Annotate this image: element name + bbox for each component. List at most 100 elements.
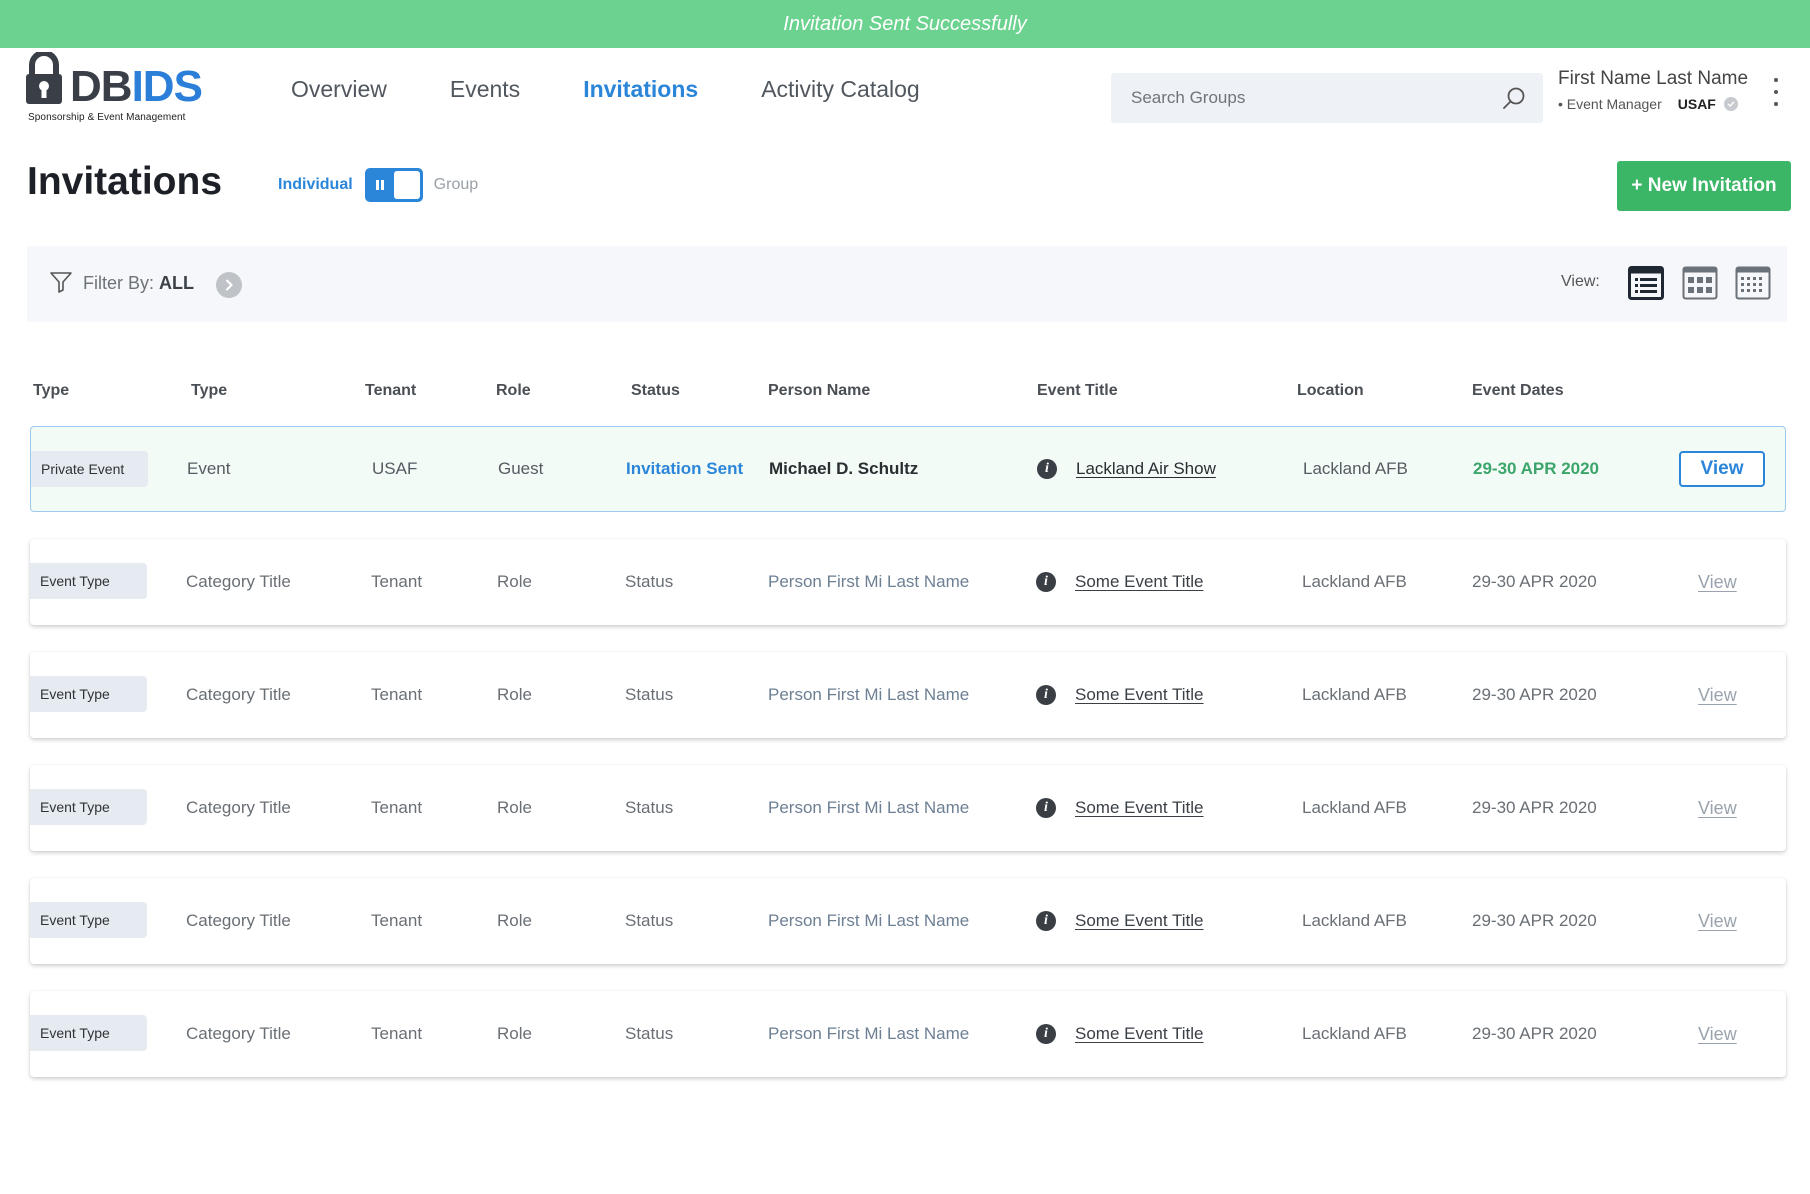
grid-view-icon[interactable] bbox=[1682, 266, 1718, 300]
location-cell: Lackland AFB bbox=[1302, 911, 1407, 930]
view-action-cell: View bbox=[1698, 539, 1737, 625]
location-cell: Lackland AFB bbox=[1302, 685, 1407, 704]
nav-overview[interactable]: Overview bbox=[291, 76, 387, 103]
person-name-cell: Person First Mi Last Name bbox=[768, 1024, 970, 1043]
filter-label[interactable]: Filter By: ALL bbox=[83, 273, 194, 294]
top-header: DBIDS Sponsorship & Event Management Ove… bbox=[0, 48, 1810, 138]
col-header-event-title[interactable]: Event Title bbox=[1037, 382, 1118, 400]
col-header-role[interactable]: Role bbox=[496, 382, 531, 400]
table-row[interactable]: Event Type Category Title Tenant Role Status… bbox=[30, 991, 1786, 1077]
col-header-type[interactable]: Type bbox=[33, 382, 69, 400]
col-header-tenant[interactable]: Tenant bbox=[365, 382, 416, 400]
event-type-badge: Private Event bbox=[31, 451, 148, 487]
check-icon bbox=[1723, 97, 1738, 111]
app-logo[interactable]: DBIDS Sponsorship & Event Management bbox=[26, 52, 206, 123]
search-box bbox=[1111, 73, 1543, 123]
table-row[interactable]: Private Event Event USAF Guest Invitation Se… bbox=[30, 426, 1786, 512]
role-cell: Guest bbox=[498, 459, 544, 478]
role-cell: Role bbox=[497, 1024, 532, 1043]
category-cell: Event bbox=[187, 459, 231, 478]
event-dates-cell: 29-30 APR 2020 bbox=[1473, 459, 1600, 478]
user-name: First Name Last Name bbox=[1558, 68, 1749, 89]
person-name-cell: Person First Mi Last Name bbox=[768, 685, 970, 704]
category-cell: Category Title bbox=[186, 572, 291, 591]
new-invitation-button[interactable]: + New Invitation bbox=[1617, 161, 1791, 211]
location-cell: Lackland AFB bbox=[1303, 459, 1408, 478]
role-cell: Role bbox=[497, 798, 532, 817]
event-title-cell: i Some Event Title bbox=[1036, 991, 1204, 1077]
nav-events[interactable]: Events bbox=[450, 76, 520, 103]
individual-group-toggle: Individual Group bbox=[278, 168, 478, 202]
view-link[interactable]: View bbox=[1698, 911, 1737, 932]
person-name-cell: Person First Mi Last Name bbox=[768, 911, 970, 930]
event-type-badge: Event Type bbox=[30, 563, 147, 599]
view-link[interactable]: View bbox=[1698, 798, 1737, 819]
toggle-label-individual[interactable]: Individual bbox=[278, 176, 353, 194]
event-title-link[interactable]: Some Event Title bbox=[1075, 685, 1204, 705]
status-cell: Status bbox=[625, 685, 674, 704]
person-name-cell: Michael D. Schultz bbox=[769, 459, 919, 478]
list-view-icon[interactable] bbox=[1628, 266, 1664, 300]
col-header-event-dates[interactable]: Event Dates bbox=[1472, 382, 1564, 400]
calendar-view-icon[interactable] bbox=[1735, 266, 1771, 300]
category-cell: Category Title bbox=[186, 685, 291, 704]
info-icon[interactable]: i bbox=[1036, 685, 1056, 705]
toggle-label-group[interactable]: Group bbox=[434, 176, 478, 194]
info-icon[interactable]: i bbox=[1036, 798, 1056, 818]
toggle-switch[interactable] bbox=[364, 168, 423, 202]
user-role: • Event Manager bbox=[1558, 96, 1662, 112]
view-link[interactable]: View bbox=[1698, 1024, 1737, 1045]
col-header-status[interactable]: Status bbox=[631, 382, 680, 400]
event-title-link[interactable]: Some Event Title bbox=[1075, 572, 1204, 592]
funnel-icon[interactable] bbox=[49, 270, 73, 294]
pause-icon bbox=[375, 180, 384, 190]
info-icon[interactable]: i bbox=[1036, 1024, 1056, 1044]
table-row[interactable]: Event Type Category Title Tenant Role Status… bbox=[30, 652, 1786, 738]
col-header-location[interactable]: Location bbox=[1297, 382, 1364, 400]
event-title-cell: i Lackland Air Show bbox=[1037, 427, 1216, 511]
table-header: Type Type Tenant Role Status Person Name… bbox=[0, 382, 1810, 404]
event-title-cell: i Some Event Title bbox=[1036, 652, 1204, 738]
col-header-person-name[interactable]: Person Name bbox=[768, 382, 870, 400]
event-type-badge: Event Type bbox=[30, 902, 147, 938]
more-options-icon[interactable] bbox=[1768, 78, 1784, 106]
event-title-link[interactable]: Some Event Title bbox=[1075, 798, 1204, 818]
chevron-right-icon[interactable] bbox=[216, 272, 242, 298]
search-input[interactable] bbox=[1111, 73, 1491, 123]
category-cell: Category Title bbox=[186, 911, 291, 930]
brand-tagline: Sponsorship & Event Management bbox=[28, 112, 186, 123]
info-icon[interactable]: i bbox=[1037, 459, 1057, 479]
info-icon[interactable]: i bbox=[1036, 572, 1056, 592]
event-title-cell: i Some Event Title bbox=[1036, 539, 1204, 625]
event-title-cell: i Some Event Title bbox=[1036, 765, 1204, 851]
event-title-link[interactable]: Some Event Title bbox=[1075, 911, 1204, 931]
toggle-knob bbox=[393, 171, 420, 199]
view-label: View: bbox=[1561, 273, 1600, 290]
category-cell: Category Title bbox=[186, 798, 291, 817]
view-action-cell: View bbox=[1679, 427, 1765, 511]
event-dates-cell: 29-30 APR 2020 bbox=[1472, 685, 1597, 704]
event-dates-cell: 29-30 APR 2020 bbox=[1472, 798, 1597, 817]
nav-invitations[interactable]: Invitations bbox=[583, 76, 698, 103]
view-action-cell: View bbox=[1698, 652, 1737, 738]
col-header-category-type[interactable]: Type bbox=[191, 382, 227, 400]
view-link[interactable]: View bbox=[1698, 685, 1737, 706]
info-icon[interactable]: i bbox=[1036, 911, 1056, 931]
status-cell: Status bbox=[625, 572, 674, 591]
event-title-link[interactable]: Some Event Title bbox=[1075, 1024, 1204, 1044]
tenant-cell: Tenant bbox=[371, 1024, 423, 1043]
user-profile[interactable]: First Name Last Name • Event Manager USA… bbox=[1558, 68, 1758, 112]
status-cell: Status bbox=[625, 1024, 674, 1043]
nav-activity-catalog[interactable]: Activity Catalog bbox=[761, 76, 920, 103]
table-row[interactable]: Event Type Category Title Tenant Role Status… bbox=[30, 878, 1786, 964]
event-title-link[interactable]: Lackland Air Show bbox=[1076, 459, 1216, 479]
location-cell: Lackland AFB bbox=[1302, 1024, 1407, 1043]
view-link[interactable]: View bbox=[1698, 572, 1737, 593]
table-row[interactable]: Event Type Category Title Tenant Role Status… bbox=[30, 539, 1786, 625]
table-row[interactable]: Event Type Category Title Tenant Role Status… bbox=[30, 765, 1786, 851]
toast-message: Invitation Sent Successfully bbox=[783, 12, 1027, 35]
event-title-cell: i Some Event Title bbox=[1036, 878, 1204, 964]
success-toast: Invitation Sent Successfully bbox=[0, 0, 1810, 48]
view-button[interactable]: View bbox=[1679, 451, 1765, 487]
search-icon[interactable] bbox=[1501, 85, 1527, 111]
